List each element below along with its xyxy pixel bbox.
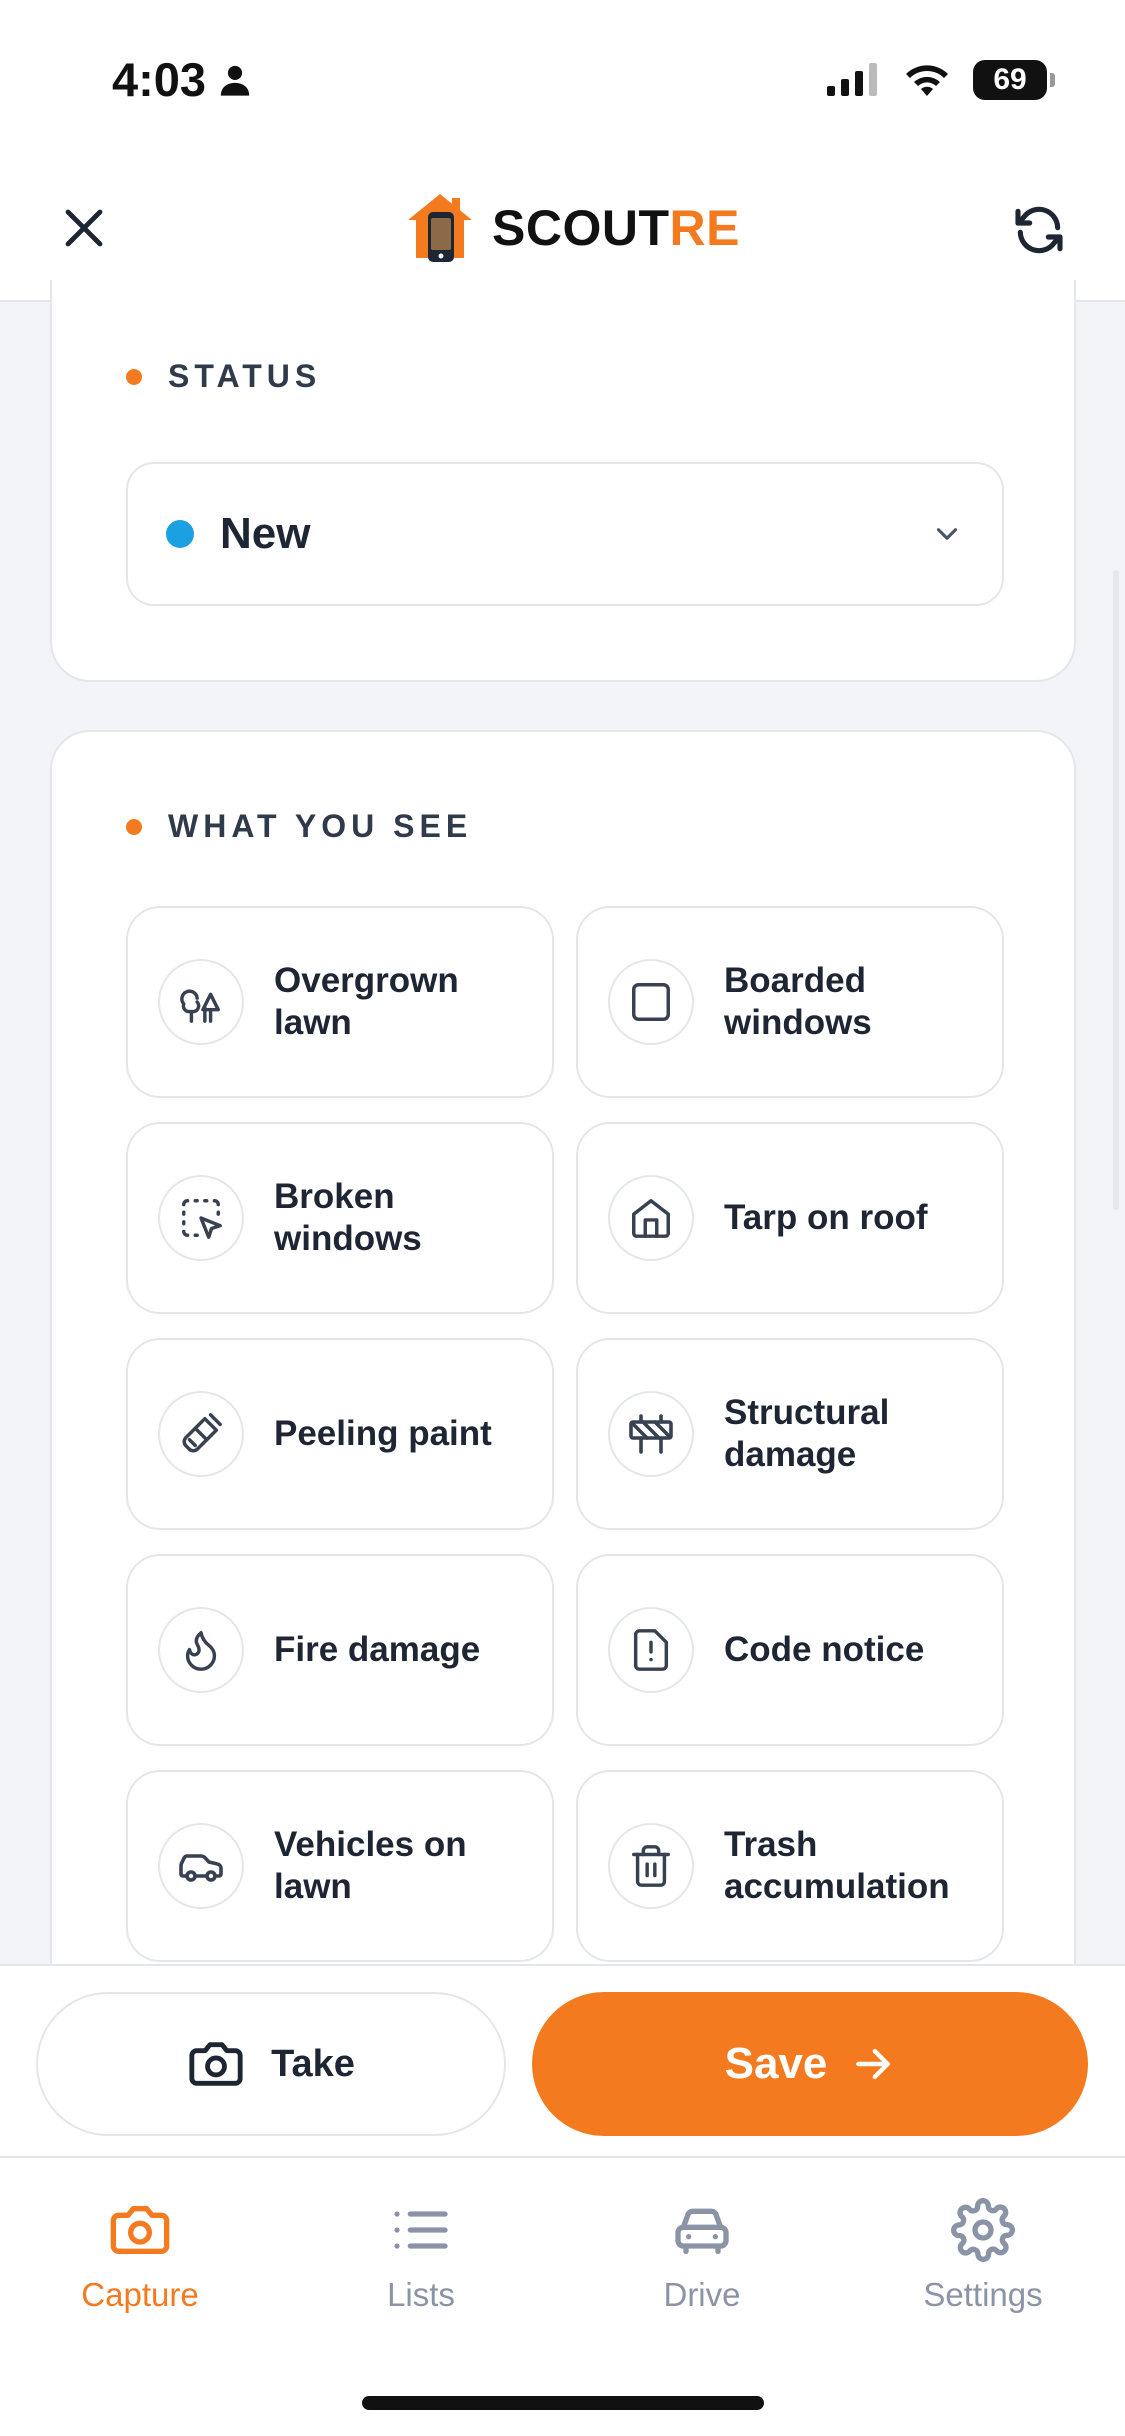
tab-bar: Capture Lists Drive Settings xyxy=(0,2156,1125,2436)
refresh-icon xyxy=(1015,206,1063,254)
option-label: Fire damage xyxy=(274,1630,481,1669)
person-icon xyxy=(220,65,250,96)
option-label: Boarded windows xyxy=(724,961,872,1042)
option-tarp-on-roof[interactable]: Tarp on roof xyxy=(576,1122,1004,1314)
chevron-down-icon xyxy=(936,528,958,540)
take-button-label: Take xyxy=(271,2042,355,2085)
app-logo: SCOUTRE xyxy=(404,190,740,266)
trees-icon xyxy=(158,959,244,1045)
take-photo-button[interactable]: Take xyxy=(36,1992,506,2136)
close-icon xyxy=(65,209,103,247)
gear-icon xyxy=(951,2198,1015,2262)
tab-label: Lists xyxy=(387,2276,455,2313)
signal-icon xyxy=(827,63,877,96)
save-button-label: Save xyxy=(724,2039,828,2088)
paintbrush-icon xyxy=(158,1391,244,1477)
option-peeling-paint[interactable]: Peeling paint xyxy=(126,1338,554,1530)
status-icons: 69 xyxy=(825,60,1055,100)
tab-drive[interactable]: Drive xyxy=(592,2198,812,2314)
construction-barrier-icon xyxy=(608,1391,694,1477)
option-label: Code notice xyxy=(724,1630,925,1669)
status-section-label: STATUS xyxy=(126,358,321,395)
option-label: Vehicles on lawn xyxy=(274,1825,467,1906)
refresh-button[interactable] xyxy=(1009,200,1069,260)
status-time: 4:03 xyxy=(112,52,252,107)
option-code-notice[interactable]: Code notice xyxy=(576,1554,1004,1746)
option-label: Tarp on roof xyxy=(724,1198,928,1237)
what-you-see-card: WHAT YOU SEE Overgrown lawn Boarded wind… xyxy=(50,730,1076,2030)
status-card: STATUS New xyxy=(50,280,1076,682)
trash-icon xyxy=(608,1823,694,1909)
option-label: Overgrown lawn xyxy=(274,961,459,1042)
camera-icon xyxy=(189,2042,243,2086)
tab-label: Settings xyxy=(923,2276,1043,2313)
car-icon xyxy=(675,2208,729,2254)
wifi-icon xyxy=(906,65,948,96)
battery-indicator: 69 xyxy=(973,60,1055,100)
condition-options-grid: Overgrown lawn Boarded windows Broken wi… xyxy=(126,906,1004,1962)
option-broken-windows[interactable]: Broken windows xyxy=(126,1122,554,1314)
status-bar: 4:03 69 xyxy=(0,0,1125,160)
status-select[interactable]: New xyxy=(126,462,1004,606)
logo-text-main: SCOUT xyxy=(492,200,670,256)
tab-settings[interactable]: Settings xyxy=(873,2198,1093,2314)
car-icon xyxy=(158,1823,244,1909)
what-you-see-section-label: WHAT YOU SEE xyxy=(126,808,472,845)
tab-lists[interactable]: Lists xyxy=(311,2198,531,2314)
tab-capture[interactable]: Capture xyxy=(30,2198,250,2314)
alert-file-icon xyxy=(608,1607,694,1693)
list-icon xyxy=(394,2211,448,2249)
status-selected-value: New xyxy=(220,509,311,558)
option-trash-accumulation[interactable]: Trash accumulation xyxy=(576,1770,1004,1962)
close-button[interactable] xyxy=(56,200,112,256)
flame-icon xyxy=(158,1607,244,1693)
option-label: Structural damage xyxy=(724,1393,890,1474)
scrollbar[interactable] xyxy=(1113,570,1119,1210)
dashed-square-pointer-icon xyxy=(158,1175,244,1261)
house-icon xyxy=(608,1175,694,1261)
home-indicator xyxy=(362,2396,764,2410)
logo-text: SCOUTRE xyxy=(492,199,740,257)
status-label-text: STATUS xyxy=(168,358,322,394)
option-label: Trash accumulation xyxy=(724,1825,950,1906)
battery-level: 69 xyxy=(993,63,1027,96)
option-vehicles-on-lawn[interactable]: Vehicles on lawn xyxy=(126,1770,554,1962)
status-color-dot xyxy=(166,520,194,548)
option-structural-damage[interactable]: Structural damage xyxy=(576,1338,1004,1530)
action-bar: Take Save xyxy=(0,1964,1125,2156)
logo-house-phone-icon xyxy=(408,194,472,262)
tab-label: Capture xyxy=(81,2276,199,2313)
section-dot xyxy=(126,368,142,385)
tab-label: Drive xyxy=(663,2276,741,2313)
arrow-right-icon xyxy=(856,2048,891,2080)
option-overgrown-lawn[interactable]: Overgrown lawn xyxy=(126,906,554,1098)
section-dot xyxy=(126,818,142,835)
option-label: Broken windows xyxy=(274,1177,422,1258)
camera-icon xyxy=(110,2206,170,2254)
time-text: 4:03 xyxy=(112,53,207,106)
square-icon xyxy=(608,959,694,1045)
option-boarded-windows[interactable]: Boarded windows xyxy=(576,906,1004,1098)
what-you-see-label-text: WHAT YOU SEE xyxy=(168,808,473,844)
option-fire-damage[interactable]: Fire damage xyxy=(126,1554,554,1746)
save-button[interactable]: Save xyxy=(532,1992,1088,2136)
option-label: Peeling paint xyxy=(274,1414,492,1453)
logo-text-accent: RE xyxy=(669,200,740,256)
